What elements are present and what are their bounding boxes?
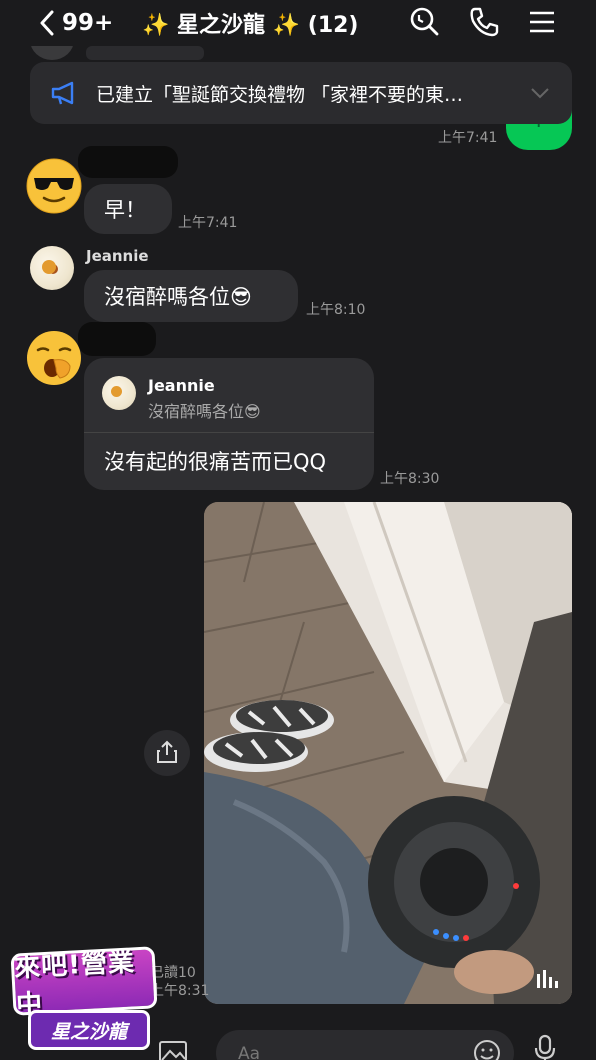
chevron-left-icon	[40, 10, 54, 36]
unread-count: 99+	[62, 10, 114, 36]
message-bubble[interactable]: 沒宿醉嗎各位😎	[84, 270, 298, 322]
chat-header: 99+ ✨ 星之沙龍 ✨ (12)	[0, 0, 596, 46]
share-button[interactable]	[144, 730, 190, 776]
read-count: 已讀10	[150, 965, 196, 981]
chat-title[interactable]: ✨ 星之沙龍 ✨ (12)	[142, 6, 359, 40]
quoted-sender: Jeannie	[148, 376, 215, 395]
menu-icon[interactable]	[526, 6, 558, 38]
avatar	[102, 376, 136, 410]
divider	[84, 432, 374, 433]
phone-icon[interactable]	[468, 6, 500, 38]
emoji-icon[interactable]	[472, 1038, 502, 1060]
message-input[interactable]: Aa	[216, 1030, 514, 1060]
video-stats-icon	[537, 970, 558, 988]
message-time: 上午7:41	[178, 215, 238, 231]
announcement-text: 已建立「聖誕節交換禮物 「家裡不要的東…	[96, 84, 464, 106]
message-time: 上午8:31	[150, 983, 210, 999]
message-time: 上午8:30	[380, 471, 440, 487]
video-message[interactable]	[204, 502, 572, 1004]
show-logo: 來吧!營業中 星之沙龍	[10, 946, 158, 1056]
megaphone-icon	[51, 81, 74, 105]
message-time: 上午7:41	[438, 130, 498, 146]
sunglasses-emoji-icon[interactable]	[26, 158, 82, 214]
input-placeholder: Aa	[238, 1044, 261, 1060]
reply-message-bubble[interactable]: Jeannie 沒宿醉嗎各位😎 沒有起的很痛苦而已QQ	[84, 358, 374, 490]
video-thumbnail	[204, 502, 572, 1004]
logo-subtitle: 星之沙龍	[28, 1010, 150, 1050]
share-icon	[157, 740, 177, 763]
message-bubble[interactable]: 早！	[84, 184, 172, 234]
message-text: 沒有起的很痛苦而已QQ	[104, 450, 327, 474]
chevron-down-icon[interactable]	[530, 86, 550, 100]
back-button[interactable]: 99+	[38, 6, 113, 40]
announcement-banner[interactable]: 已建立「聖誕節交換禮物 「家裡不要的東…	[30, 62, 572, 124]
sender-name: Jeannie	[86, 247, 149, 265]
message-time: 上午8:10	[306, 302, 366, 318]
read-status: 已讀10 上午8:31	[150, 964, 209, 1000]
image-icon[interactable]	[158, 1040, 188, 1060]
avatar[interactable]	[30, 246, 74, 290]
redacted-name	[78, 322, 156, 356]
microphone-icon[interactable]	[530, 1034, 560, 1060]
redacted-name	[78, 146, 178, 178]
message-fragment	[86, 46, 204, 60]
logo-title: 來吧!營業中	[10, 946, 158, 1021]
quoted-text: 沒宿醉嗎各位😎	[148, 402, 261, 421]
yawning-emoji-icon[interactable]	[26, 330, 82, 386]
search-icon[interactable]	[408, 6, 440, 38]
